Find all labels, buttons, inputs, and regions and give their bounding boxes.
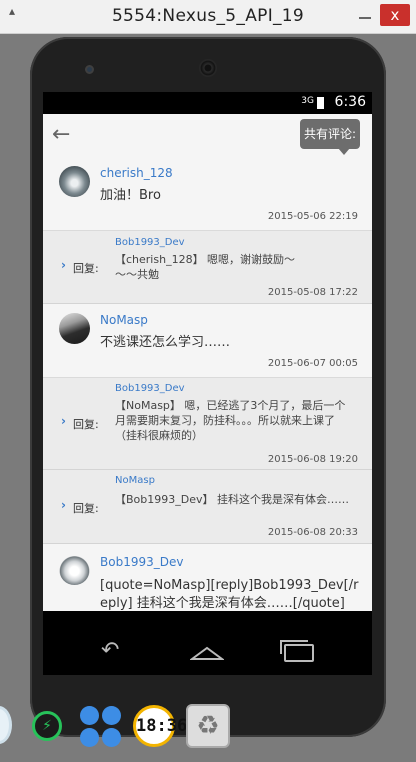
status-time: 6:36	[334, 94, 366, 110]
speaker-icon	[199, 59, 217, 77]
browser-icon[interactable]	[0, 706, 12, 744]
comment-list[interactable]: cherish_128 加油！Bro 2015-05-06 22:19 Bob1…	[43, 156, 372, 611]
app-bar: ← 共有评论: 6	[43, 114, 372, 171]
comment-item[interactable]: Bob1993_Dev [quote=NoMasp][reply]Bob1993…	[43, 544, 372, 611]
nav-home-icon[interactable]	[190, 645, 224, 661]
emulator-titlebar: ▴ 5554:Nexus_5_API_19 x	[0, 0, 416, 34]
battery-saver-icon[interactable]: ⚡	[32, 711, 62, 741]
reply-label: 回复:	[73, 418, 99, 431]
arrow-left-icon[interactable]: ←	[52, 122, 70, 147]
reply-label: 回复:	[73, 262, 99, 275]
reply-item[interactable]: Bob1993_Dev › 回复: 【cherish_128】 嗯嗯，谢谢鼓励～…	[43, 231, 372, 304]
avatar[interactable]	[59, 554, 90, 585]
reply-item[interactable]: NoMasp › 回复: 【Bob1993_Dev】 挂科这个我是深有体会…… …	[43, 470, 372, 544]
battery-icon	[317, 97, 324, 109]
chevron-right-icon: ›	[61, 258, 66, 272]
comment-time: 2015-06-07 00:05	[267, 358, 358, 369]
comment-item[interactable]: NoMasp 不逃课还怎么学习…… 2015-06-07 00:05	[43, 304, 372, 378]
comment-username[interactable]: Bob1993_Dev	[100, 555, 183, 569]
device-screen: 3G 6:36 ← 共有评论: 6 cherish_128 加油！Bro 201…	[43, 92, 372, 675]
comment-username[interactable]: cherish_128	[100, 166, 173, 180]
clock-widget-icon[interactable]: 18:36	[133, 705, 187, 747]
reply-label: 回复:	[73, 502, 99, 515]
navigation-bar: ↶	[43, 630, 372, 675]
reply-item[interactable]: Bob1993_Dev › 回复: 【NoMasp】 嗯，已经逃了3个月了，最后…	[43, 378, 372, 470]
comment-item[interactable]: cherish_128 加油！Bro 2015-05-06 22:19	[43, 156, 372, 231]
minimize-icon[interactable]	[356, 5, 374, 23]
comment-time: 2015-05-06 22:19	[267, 211, 358, 222]
comment-text: 加油！Bro	[100, 188, 161, 203]
reply-time: 2015-06-08 20:33	[267, 527, 358, 538]
reply-time: 2015-06-08 19:20	[267, 454, 358, 465]
comment-username[interactable]: NoMasp	[100, 313, 148, 327]
avatar[interactable]	[59, 313, 90, 344]
reply-text: 【NoMasp】 嗯，已经逃了3个月了，最后一个月需要期末复习，防挂科。。。所以…	[115, 399, 346, 442]
reply-time: 2015-05-08 17:22	[267, 287, 358, 298]
window-title: 5554:Nexus_5_API_19	[111, 6, 305, 26]
comment-text: [quote=NoMasp][reply]Bob1993_Dev[/reply]…	[100, 578, 359, 611]
phone-frame: 3G 6:36 ← 共有评论: 6 cherish_128 加油！Bro 201…	[30, 37, 386, 737]
avatar[interactable]	[59, 166, 90, 197]
comment-count-badge: 共有评论: 6	[300, 119, 360, 171]
chevron-right-icon: ›	[61, 498, 66, 512]
apps-grid-icon[interactable]	[80, 706, 122, 748]
chevron-right-icon: ›	[61, 414, 66, 428]
reply-text: 【Bob1993_Dev】 挂科这个我是深有体会……	[115, 493, 349, 506]
comment-text: 不逃课还怎么学习……	[100, 335, 231, 350]
reply-text: 【cherish_128】 嗯嗯，谢谢鼓励～～～共勉	[115, 253, 296, 281]
status-bar: 3G 6:36	[43, 92, 372, 114]
nav-recents-icon[interactable]	[280, 640, 314, 662]
reply-username[interactable]: NoMasp	[115, 475, 155, 486]
nav-back-icon[interactable]: ↶	[101, 638, 119, 663]
camera-icon	[85, 65, 94, 74]
close-icon[interactable]: x	[380, 4, 410, 26]
recycle-bin-icon[interactable]: ♻	[186, 704, 230, 748]
reply-username[interactable]: Bob1993_Dev	[115, 383, 185, 394]
reply-username[interactable]: Bob1993_Dev	[115, 237, 185, 248]
signal-icon: 3G	[301, 96, 314, 106]
